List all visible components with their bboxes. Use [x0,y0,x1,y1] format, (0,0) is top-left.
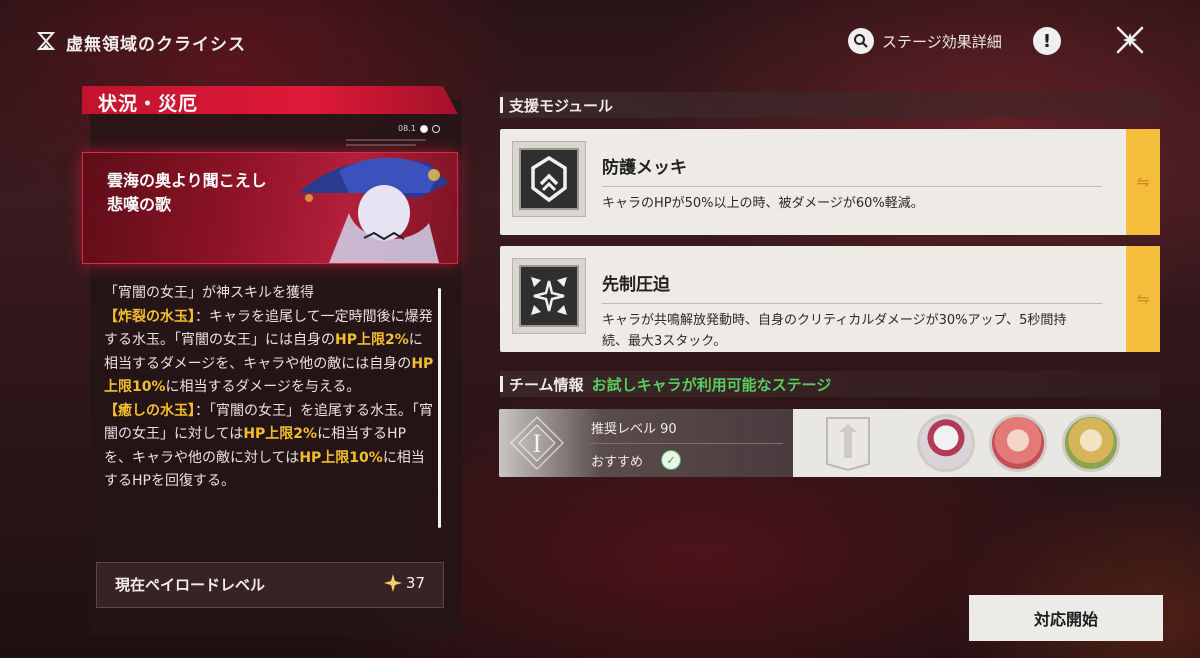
recommend-label: おすすめ [591,455,644,470]
hourglass-logo-icon [36,32,56,50]
stage-description: 「宵闇の女王」が神スキルを獲得【炸裂の水玉】：キャラを追尾して一定時間後に爆発す… [104,282,434,532]
recommend-icon[interactable]: ✓ [661,450,681,470]
payload-level-label: 現在ペイロードレベル [115,576,266,594]
team-rank-numeral: I [533,429,542,458]
payload-level-value: 37 [405,574,425,592]
sparkle-icon [383,574,402,592]
payload-level-value-wrap: 37 [383,574,425,592]
close-icon[interactable] [1114,24,1146,56]
module-description: キャラが共鳴解放発動時、自身のクリティカルダメージが30%アップ、5秒間持続、最… [602,313,1067,349]
highlight-text: HP上限2% [243,426,318,442]
boss-portrait [299,157,449,263]
decorative-lines [346,139,426,146]
white-haired-character-avatar[interactable] [917,414,975,472]
pink-haired-character-avatar[interactable] [989,414,1047,472]
team-divider [589,443,783,444]
module-card-2[interactable]: 先制圧迫 キャラが共鳴解放発動時、自身のクリティカルダメージが30%アップ、5秒… [500,246,1160,352]
top-bar: 虚無領域のクライシス ステージ効果詳細 ! [0,0,1200,80]
stage-number: 08.1 [398,124,416,133]
situation-header: 状況・災厄 [82,86,458,116]
description-scrollbar[interactable] [438,288,441,528]
team-summary: I 推奨レベル 90 おすすめ ✓ [499,409,793,477]
stage-title: 雲海の奥より聞こえし悲嘆の歌 [107,171,267,214]
description-paragraph: 「宵闇の女王」が神スキルを獲得 [104,282,434,306]
search-icon [848,28,874,54]
stage-effect-detail-label: ステージ効果詳細 [882,32,1002,51]
highlight-text: 【炸裂の水玉】 [104,308,195,325]
highlight-text: HP上限10% [299,449,383,466]
description-paragraph: 【癒しの水玉】：「宵闇の女王」を追尾する水玉。「宵闇の女王」に対してはHP上限2… [104,400,434,494]
stage-effect-detail-button[interactable]: ステージ効果詳細 [848,27,1002,55]
support-module-header: 支援モジュール [500,92,1160,118]
team-info-header: チーム情報 お試しキャラが利用可能なステージ [500,371,1160,397]
module-divider [602,303,1102,304]
empty-slot-icon[interactable] [819,414,877,472]
description-text: に相当するダメージを与える。 [165,379,361,395]
section-bar [500,376,503,392]
situation-title: 状況・災厄 [98,93,199,115]
module-divider [602,186,1102,187]
highlight-text: 【癒しの水玉】 [104,402,195,419]
swap-module-button[interactable]: ⇋ [1126,246,1160,352]
compass-burst-icon [519,265,579,327]
mode-title: 虚無領域のクライシス [66,35,246,55]
description-paragraph: 【炸裂の水玉】：キャラを追尾して一定時間後に爆発する水玉。「宵闇の女王」には自身… [104,306,434,400]
description-text: 「宵闇の女王」が神スキルを獲得 [104,285,314,301]
highlight-text: HP上限2% [335,332,409,348]
start-battle-button[interactable]: 対応開始 [969,595,1163,641]
stage-indicator: 08.1 [398,124,440,133]
module-card-1[interactable]: 防護メッキ キャラのHPが50%以上の時、被ダメージが60%軽減。 ⇋ [500,129,1160,235]
support-module-title: 支援モジュール [509,96,613,115]
page-dot [431,124,440,133]
swap-module-button[interactable]: ⇋ [1126,129,1160,235]
module-icon-frame [512,258,586,334]
stage-banner[interactable]: 雲海の奥より聞こえし悲嘆の歌 [82,152,458,264]
module-icon-frame [512,141,586,217]
alert-icon[interactable]: ! [1033,27,1061,55]
team-info-title: チーム情報 [509,375,584,394]
trial-character-notice: お試しキャラが利用可能なステージ [591,375,832,394]
module-name: 先制圧迫 [602,275,670,295]
team-rank-emblem: I [509,415,565,471]
shield-chevron-icon [519,148,579,210]
payload-level-box: 現在ペイロードレベル 37 [96,562,444,608]
recommended-level: 推奨レベル 90 [591,422,677,437]
blonde-character-avatar[interactable] [1062,414,1120,472]
module-description: キャラのHPが50%以上の時、被ダメージが60%軽減。 [602,196,924,211]
module-name: 防護メッキ [602,158,687,178]
section-bar [500,97,503,113]
page-dot-active [419,124,428,133]
team-card[interactable]: I 推奨レベル 90 おすすめ ✓ [499,409,1161,477]
